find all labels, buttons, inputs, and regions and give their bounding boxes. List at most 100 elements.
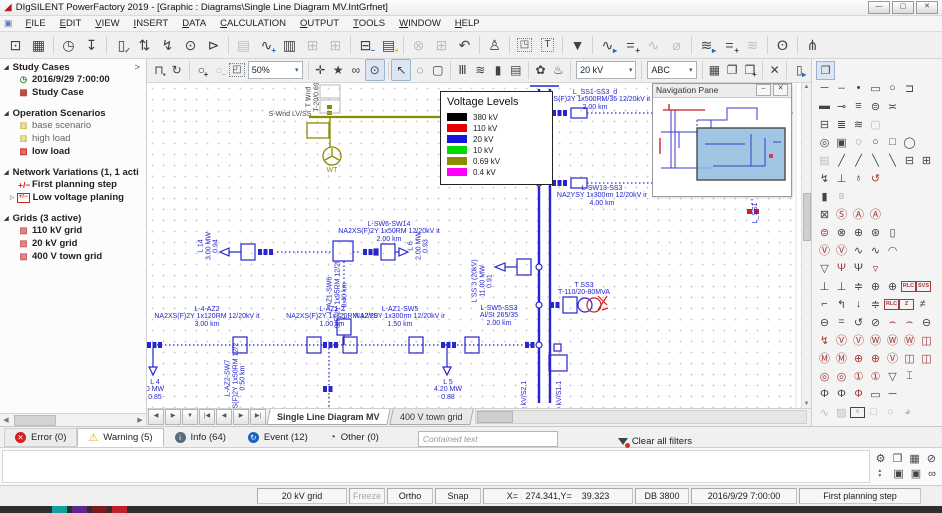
status-ortho-toggle[interactable]: Ortho bbox=[387, 488, 433, 504]
sidebar-item-low-voltage-planing[interactable]: ▷+/−Low voltage planing bbox=[4, 191, 146, 204]
palette-symbol[interactable]: Φ bbox=[833, 386, 850, 403]
palette-symbol[interactable]: ⊖ bbox=[816, 314, 833, 331]
load-flow-button[interactable]: ↯ bbox=[156, 34, 179, 56]
short-circuit-button[interactable]: ⊙ bbox=[179, 34, 202, 56]
scroll-track[interactable] bbox=[12, 414, 134, 426]
thermal-coloring-button[interactable]: ♨ bbox=[549, 60, 567, 80]
palette-symbol[interactable]: ⌢ bbox=[901, 314, 918, 331]
palette-symbol[interactable]: ◫ bbox=[918, 332, 935, 349]
navigation-pane[interactable]: Navigation Pane – ✕ bbox=[652, 83, 792, 197]
palette-symbol[interactable]: ⊘ bbox=[867, 314, 884, 331]
palette-symbol[interactable]: ⊖ bbox=[918, 314, 935, 331]
palette-symbol[interactable]: ╱ bbox=[833, 152, 850, 169]
marker-tool-button[interactable]: ⊙ bbox=[365, 59, 385, 81]
output-tab-error[interactable]: ✕Error (0) bbox=[4, 428, 77, 447]
save-button[interactable]: ▤▪ bbox=[377, 34, 400, 56]
palette-symbol[interactable]: ↓ bbox=[850, 296, 867, 313]
database-button[interactable]: ⊟~ bbox=[354, 34, 377, 56]
palette-symbol[interactable]: ⌶ bbox=[901, 368, 918, 385]
palette-symbol[interactable]: Ⓐ bbox=[867, 206, 884, 223]
palette-symbol[interactable]: Z bbox=[899, 299, 914, 310]
tree-section-header[interactable]: ◢Grids (3 active) bbox=[4, 213, 146, 224]
palette-symbol[interactable]: ≑ bbox=[850, 278, 867, 295]
single-line-diagram-canvas[interactable]: Voltage Levels 380 kV110 kV20 kV10 kV0.6… bbox=[147, 83, 801, 408]
lasso-select-button[interactable]: ◌ bbox=[411, 60, 429, 80]
status-snap-toggle[interactable]: Snap bbox=[435, 488, 481, 504]
new-page-button[interactable]: ▯▸ bbox=[790, 60, 808, 80]
expander-icon[interactable]: ◢ bbox=[4, 110, 9, 117]
print-preview-button[interactable]: ❐ bbox=[723, 60, 741, 80]
palette-symbol[interactable]: ① bbox=[867, 368, 884, 385]
power-plug-button[interactable]: ⋔ bbox=[801, 34, 824, 56]
clear-all-filters-button[interactable]: Clear all filters bbox=[618, 436, 692, 447]
palette-symbol[interactable]: ▤ bbox=[816, 152, 833, 169]
tab-first-icon[interactable]: |◀ bbox=[199, 409, 215, 425]
hscroll-thumb[interactable] bbox=[477, 411, 513, 423]
virtual-instruments-button[interactable]: ▥ bbox=[278, 34, 301, 56]
navigation-minimap[interactable] bbox=[653, 98, 789, 194]
zoom-in-button[interactable]: ○+ bbox=[192, 60, 210, 80]
menu-edit[interactable]: EDIT bbox=[53, 17, 89, 30]
spinner-control[interactable]: ▲▼ bbox=[877, 469, 882, 479]
net-elements-icon[interactable]: ❐ bbox=[816, 61, 835, 80]
output-tab-other[interactable]: ◔Other (0) bbox=[319, 428, 390, 447]
palette-symbol[interactable]: ⊠ bbox=[816, 206, 833, 223]
maximize-button[interactable]: ▢ bbox=[892, 1, 914, 14]
scroll-thumb[interactable] bbox=[14, 415, 56, 426]
pan-tool-button[interactable]: ✛ bbox=[311, 60, 329, 80]
expander-icon[interactable]: ◢ bbox=[4, 215, 9, 222]
palette-symbol[interactable]: Ф bbox=[850, 386, 867, 403]
palette-symbol[interactable]: ⊕ bbox=[850, 224, 867, 241]
palette-symbol[interactable]: ○ bbox=[867, 134, 884, 151]
menu-help[interactable]: HELP bbox=[448, 17, 487, 30]
palette-symbol[interactable]: Ⓥ bbox=[833, 332, 850, 349]
output-tab-info[interactable]: iInfo (64) bbox=[164, 428, 237, 447]
palette-symbol[interactable]: ⌐ bbox=[816, 296, 833, 313]
find-element-button[interactable]: ∞ bbox=[347, 60, 365, 80]
palette-symbol[interactable]: ↺ bbox=[867, 170, 884, 187]
palette-symbol[interactable]: ⊕ bbox=[867, 350, 884, 367]
palette-symbol[interactable]: ◌ bbox=[850, 134, 867, 151]
scroll-up-icon[interactable]: ▲ bbox=[802, 84, 811, 90]
palette-symbol[interactable]: ≍ bbox=[884, 98, 901, 115]
expander-icon[interactable]: ◢ bbox=[4, 169, 9, 176]
print-messages-icon[interactable]: ▦ bbox=[909, 452, 919, 465]
canvas-vscrollbar[interactable]: ▲ ▼ bbox=[801, 83, 811, 408]
palette-symbol[interactable]: • bbox=[850, 80, 867, 97]
palette-symbol[interactable]: ◎ bbox=[816, 368, 833, 385]
palette-symbol[interactable]: Ψ bbox=[850, 260, 867, 277]
rebuild-graphic-button[interactable]: ↻ bbox=[168, 60, 186, 80]
scroll-left-icon[interactable]: ◀ bbox=[0, 416, 12, 424]
copy-messages-icon[interactable]: ❐ bbox=[893, 452, 903, 465]
palette-symbol[interactable]: Ⓦ bbox=[901, 332, 918, 349]
palette-symbol[interactable]: □ bbox=[884, 134, 901, 151]
palette-symbol[interactable]: ▮ bbox=[816, 188, 833, 205]
palette-symbol[interactable]: ○ bbox=[882, 404, 899, 421]
palette-symbol[interactable]: ↺ bbox=[850, 314, 867, 331]
palette-symbol[interactable]: Ⓜ bbox=[833, 350, 850, 367]
palette-symbol[interactable]: Φ bbox=[816, 386, 833, 403]
palette-symbol[interactable]: Ⓦ bbox=[884, 332, 901, 349]
palette-symbol[interactable]: ʙ bbox=[833, 188, 850, 205]
emt-simulation-start-button[interactable]: ≋▸ bbox=[695, 34, 718, 56]
taskbar-app-teal[interactable] bbox=[52, 506, 67, 513]
search-log-icon[interactable]: ∞ bbox=[928, 468, 936, 480]
palette-symbol[interactable]: ⊗ bbox=[833, 224, 850, 241]
chevron-right-icon[interactable]: ▷ bbox=[10, 194, 15, 201]
palette-symbol[interactable]: Ψ bbox=[833, 260, 850, 277]
section-more-link[interactable]: > bbox=[134, 62, 140, 73]
palette-symbol[interactable]: ◫ bbox=[901, 350, 918, 367]
navigation-pane-titlebar[interactable]: Navigation Pane – ✕ bbox=[653, 84, 791, 98]
palette-symbol[interactable]: Ⓜ bbox=[816, 350, 833, 367]
rect-select-button[interactable]: ▢ bbox=[429, 60, 447, 80]
palette-symbol[interactable]: ⊜ bbox=[816, 224, 833, 241]
sidebar-item-base-scenario[interactable]: ▥base scenario bbox=[4, 119, 146, 132]
navpane-minimize-icon[interactable]: – bbox=[756, 84, 771, 96]
copy-graphic-button[interactable]: ❐+ bbox=[741, 60, 759, 80]
palette-symbol[interactable]: ⊥ bbox=[816, 278, 833, 295]
palette-symbol[interactable]: ⌢ bbox=[884, 314, 901, 331]
palette-symbol[interactable]: ≑ bbox=[867, 296, 884, 313]
tab-single-line-diagram-mv[interactable]: Single Line Diagram MV bbox=[266, 409, 390, 425]
palette-symbol[interactable]: Ⓢ bbox=[833, 206, 850, 223]
user-settings-button[interactable]: ♙ bbox=[483, 34, 506, 56]
